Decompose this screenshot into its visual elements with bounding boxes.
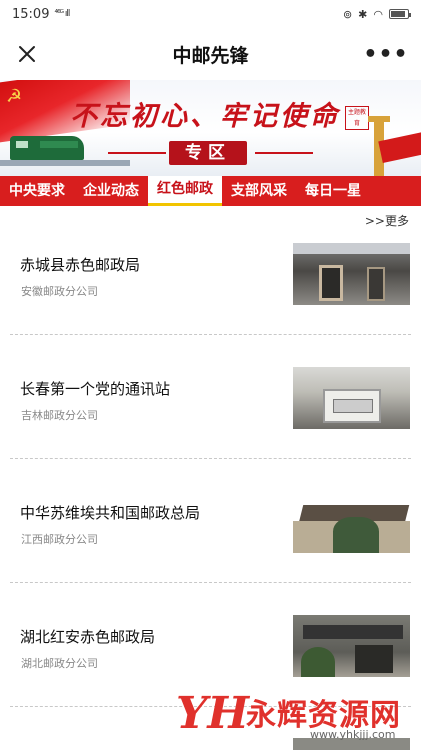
watermark-logo: YH	[176, 688, 249, 739]
item-source: 安徽邮政分公司	[21, 285, 98, 298]
bluetooth-icon: ✱	[358, 7, 368, 21]
more-button[interactable]: •••	[363, 37, 407, 71]
item-source: 吉林邮政分公司	[21, 409, 98, 422]
banner: ☭ 不忘初心、牢记使命 主题教育 专区	[0, 80, 421, 176]
more-link[interactable]: >>更多	[365, 212, 409, 229]
item-title: 中华苏维埃共和国邮政总局	[20, 504, 201, 522]
article-list: 赤城县赤色邮政局 安徽邮政分公司 长春第一个党的通讯站 吉林邮政分公司 中华苏维…	[0, 232, 421, 728]
item-title: 赤城县赤色邮政局	[20, 256, 141, 274]
banner-slogan: 不忘初心、牢记使命	[70, 101, 340, 132]
item-source: 湖北邮政分公司	[21, 657, 98, 670]
watermark-url: www.yhkjjj.com	[310, 728, 396, 741]
banner-divider-right	[255, 152, 313, 154]
mail-train-graphic	[10, 136, 84, 160]
item-thumbnail	[293, 243, 410, 305]
status-right: ⊚ ✱ ◠	[342, 7, 411, 21]
battery-icon	[389, 9, 411, 19]
title-bar: 中邮先锋 •••	[0, 28, 421, 80]
page-title: 中邮先锋	[172, 44, 249, 67]
item-title: 湖北红安赤色邮政局	[20, 628, 156, 646]
status-left: 15:09 ⁴⁶ᴳ ıll	[12, 6, 70, 22]
item-thumbnail	[293, 491, 410, 553]
banner-divider-left	[108, 152, 166, 154]
status-bar: 15:09 ⁴⁶ᴳ ıll ⊚ ✱ ◠	[0, 0, 421, 28]
close-button[interactable]	[10, 37, 44, 71]
signal-icon: ⁴⁶ᴳ ıll	[54, 9, 70, 19]
special-zone-label: 专区	[169, 141, 247, 165]
list-divider	[10, 458, 411, 459]
status-time: 15:09	[12, 6, 50, 22]
list-item[interactable]: 赤城县赤色邮政局 安徽邮政分公司	[0, 232, 421, 356]
rail-graphic	[0, 160, 130, 166]
list-divider	[10, 582, 411, 583]
wifi-icon: ◠	[373, 7, 383, 21]
item-source: 江西邮政分公司	[21, 533, 98, 546]
watermark: YH 永辉资源网 www.yhkjjj.com	[170, 686, 421, 746]
list-item[interactable]: 中华苏维埃共和国邮政总局 江西邮政分公司	[0, 480, 421, 604]
alarm-icon: ⊚	[342, 7, 353, 21]
category-tab-bar: 中央要求 企业动态 红色邮政 支部风采 每日一星	[0, 176, 421, 206]
item-thumbnail	[293, 367, 410, 429]
list-item[interactable]: 长春第一个党的通讯站 吉林邮政分公司	[0, 356, 421, 480]
list-divider	[10, 334, 411, 335]
banner-seal: 主题教育	[345, 106, 369, 130]
red-ribbon-graphic	[378, 131, 421, 163]
item-title: 长春第一个党的通讯站	[20, 380, 171, 398]
item-thumbnail	[293, 615, 410, 677]
party-emblem-icon: ☭	[6, 86, 23, 107]
tab-branch-showcase[interactable]: 支部风采	[222, 176, 296, 206]
tab-daily-star[interactable]: 每日一星	[296, 176, 370, 206]
tab-red-postal[interactable]: 红色邮政	[148, 176, 222, 206]
close-icon	[19, 46, 35, 62]
more-dots-icon: •••	[363, 41, 409, 67]
tab-corporate-news[interactable]: 企业动态	[74, 176, 148, 206]
tab-central-requirements[interactable]: 中央要求	[0, 176, 74, 206]
